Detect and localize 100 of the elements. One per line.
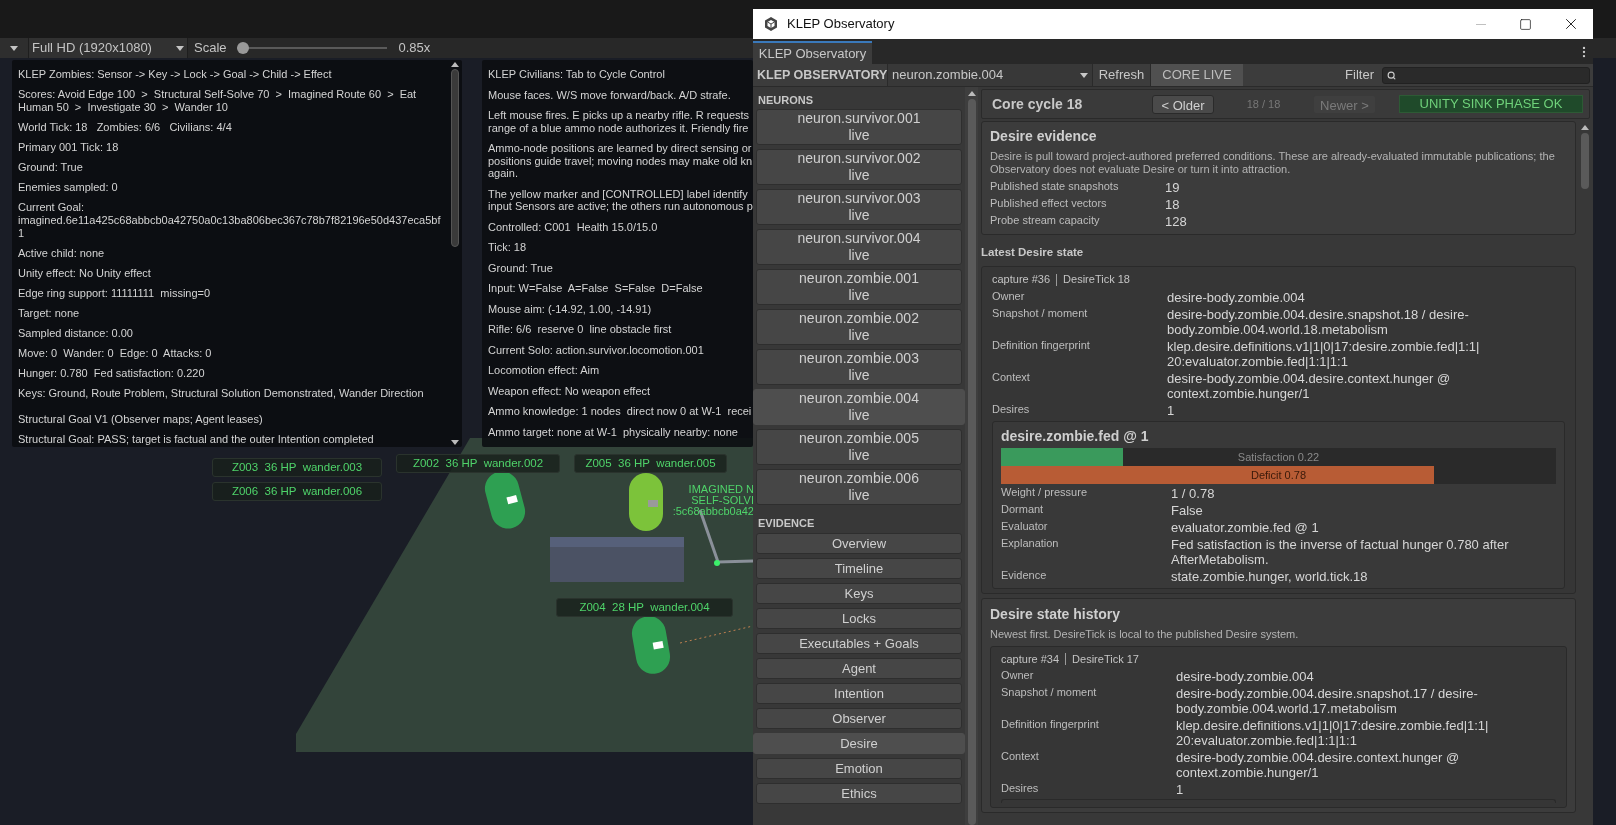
debug-paragraph: Controlled: C001 Health 15.0/15.0 bbox=[488, 220, 659, 233]
debug-paragraph: Weapon effect: No weapon effect bbox=[488, 384, 652, 397]
debug-paragraph: Left mouse fires. E picks up a nearby rifle. R requests range of a blue ammo node authorizes it. Friendly fire bbox=[488, 109, 751, 134]
field-label: Context bbox=[992, 369, 1031, 385]
field-value: 1 bbox=[1167, 402, 1176, 418]
debug-paragraph: The yellow marker and [CONTROLLED] label identify input Sensors are active; the others run autonomous p bbox=[488, 187, 753, 213]
caret-icon bbox=[176, 45, 184, 51]
window-tab[interactable]: KLEP Observatory bbox=[753, 41, 872, 64]
evidence-item[interactable]: Emotion bbox=[756, 758, 962, 779]
debug-paragraph: KLEP Civilians: Tab to Cycle Control bbox=[488, 68, 666, 81]
sink-status-badge: UNITY SINK PHASE OK bbox=[1399, 95, 1583, 113]
debug-line: Scores: Avoid Edge 100 > Structural Self-Solve 70 > Imagined Route 60 > Eat Human 50 > Investigate 30 > Wander 10 bbox=[18, 88, 418, 114]
neuron-item[interactable]: neuron.zombie.004 live bbox=[753, 389, 965, 425]
scroll-up-icon[interactable] bbox=[1580, 125, 1589, 130]
debug-line: Move: 0 Wander: 0 Edge: 0 Attacks: 0 bbox=[18, 347, 213, 360]
desire-title: desire.zombie.fed @ 1 bbox=[1001, 426, 1150, 446]
field-value: False bbox=[1171, 502, 1204, 518]
neuron-item[interactable]: neuron.zombie.003 live bbox=[756, 349, 962, 385]
debug-line: Hunger: 0.780 Fed satisfaction: 0.220 bbox=[18, 367, 206, 380]
slider-thumb[interactable] bbox=[236, 42, 249, 54]
caret-icon bbox=[10, 45, 18, 51]
evidence-item[interactable]: Locks bbox=[756, 608, 962, 629]
view-menu-button[interactable] bbox=[0, 38, 28, 58]
neuron-item[interactable]: neuron.survivor.002 live bbox=[756, 149, 962, 185]
maximize-icon bbox=[1519, 17, 1532, 31]
field-label: Desires bbox=[1001, 781, 1040, 797]
section-title: Latest Desire state bbox=[981, 245, 1085, 260]
debug-line: Sampled distance: 0.00 bbox=[18, 327, 134, 340]
neuron-item[interactable]: neuron.zombie.006 live bbox=[756, 469, 962, 505]
scale-value: 0.85x bbox=[398, 39, 431, 58]
meter-label: Satisfaction 0.22 bbox=[1236, 449, 1321, 465]
scale-label: Scale bbox=[194, 39, 227, 58]
debug-line: KLEP Zombies: Sensor -> Key -> Lock -> Goal -> Child -> Effect bbox=[18, 68, 333, 81]
evidence-item[interactable]: Desire bbox=[753, 733, 965, 754]
field-value: 19 bbox=[1165, 180, 1181, 195]
debug-paragraph: Input: W=False A=False S=False D=False bbox=[488, 282, 704, 295]
scroll-up-icon[interactable] bbox=[967, 91, 976, 96]
unit-label: Z006 36 HP wander.006 bbox=[212, 482, 382, 501]
field-value: desire-body.zombie.004.desire.context.hunger @ context.zombie.hunger/1 bbox=[1167, 370, 1452, 401]
neuron-item[interactable]: neuron.survivor.004 live bbox=[756, 229, 962, 265]
field-label: Owner bbox=[1001, 668, 1035, 684]
neuron-item[interactable]: neuron.zombie.001 live bbox=[756, 269, 962, 305]
search-icon bbox=[1387, 70, 1396, 80]
debug-line: Primary 001 Tick: 18 bbox=[18, 141, 120, 154]
section-heading: NEURONS bbox=[757, 93, 814, 108]
filter-field[interactable] bbox=[1382, 66, 1590, 84]
older-button[interactable]: < Older bbox=[1152, 94, 1214, 114]
evidence-item[interactable]: Intention bbox=[756, 683, 962, 704]
neuron-item[interactable]: neuron.survivor.003 live bbox=[756, 189, 962, 225]
field-label: Explanation bbox=[1001, 535, 1060, 551]
scrollbar-thumb[interactable] bbox=[1580, 133, 1589, 189]
scrollbar-thumb[interactable] bbox=[451, 69, 459, 247]
field-label: Evaluator bbox=[1001, 518, 1049, 534]
debug-paragraph: Current Solo: action.survivor.locomotion.001 bbox=[488, 343, 705, 356]
field-value: 128 bbox=[1165, 214, 1188, 229]
evidence-item[interactable]: Keys bbox=[756, 583, 962, 604]
debug-line: Edge ring support: 11111111 missing=0 bbox=[18, 287, 212, 300]
field-label: Dormant bbox=[1001, 501, 1045, 517]
core-live-button[interactable]: CORE LIVE bbox=[1151, 64, 1243, 86]
meter-label: Deficit 0.78 bbox=[1250, 467, 1307, 483]
caret-icon bbox=[1080, 72, 1088, 78]
neuron-item[interactable]: neuron.zombie.005 live bbox=[756, 429, 962, 465]
debug-line: Keys: Ground, Route Problem, Structural Solution Demonstrated, Wander Direction bbox=[18, 387, 425, 400]
field-value: state.zombie.hunger, world.tick.18 bbox=[1171, 568, 1369, 584]
evidence-item[interactable]: Agent bbox=[756, 658, 962, 679]
scroll-down-icon[interactable] bbox=[451, 440, 459, 445]
unit-label: Z003 36 HP wander.003 bbox=[212, 458, 382, 477]
field-value: desire-body.zombie.004.desire.context.hunger @ context.zombie.hunger/1 bbox=[1176, 750, 1461, 781]
window-title: KLEP Observatory bbox=[787, 15, 895, 34]
field-value: desire-body.zombie.004 bbox=[1176, 669, 1315, 685]
field-label: Evidence bbox=[1001, 567, 1048, 583]
field-label: Published state snapshots bbox=[990, 179, 1120, 194]
unit-label: Z004 28 HP wander.004 bbox=[556, 598, 733, 617]
field-value: 1 bbox=[1176, 782, 1185, 798]
capture-tick: DesireTick 18 bbox=[1063, 272, 1130, 288]
resolution-dropdown[interactable]: Full HD (1920x1080) bbox=[28, 38, 188, 58]
field-value: 18 bbox=[1165, 197, 1181, 212]
debug-paragraph: Ammo knowledge: 1 nodes direct now 0 at W-1 recei bbox=[488, 405, 753, 418]
field-label: Probe stream capacity bbox=[990, 213, 1101, 228]
field-label: Snapshot / moment bbox=[992, 305, 1089, 321]
scrollbar-thumb[interactable] bbox=[967, 99, 976, 825]
field-label: Published effect vectors bbox=[990, 196, 1108, 211]
evidence-item[interactable]: Overview bbox=[756, 533, 962, 554]
route-marker-text: :5c68abbcb0a42 bbox=[672, 506, 754, 517]
neuron-item[interactable]: neuron.survivor.001 live bbox=[756, 109, 962, 145]
minimize-icon bbox=[1475, 23, 1486, 25]
evidence-item[interactable]: Timeline bbox=[756, 558, 962, 579]
neuron-item[interactable]: neuron.zombie.002 live bbox=[756, 309, 962, 345]
evidence-item[interactable]: Observer bbox=[756, 708, 962, 729]
debug-paragraph: Rifle: 6/6 reserve 0 line obstacle first bbox=[488, 323, 673, 336]
unit-label: Z005 36 HP wander.005 bbox=[574, 454, 727, 473]
capture-tick: DesireTick 17 bbox=[1072, 651, 1139, 667]
evidence-item[interactable]: Ethics bbox=[756, 783, 962, 804]
neuron-dropdown[interactable]: neuron.zombie.004 bbox=[887, 64, 1093, 86]
observatory-heading: KLEP OBSERVATORY bbox=[756, 66, 887, 84]
scroll-up-icon[interactable] bbox=[451, 62, 459, 67]
evidence-item[interactable]: Executables + Goals bbox=[756, 633, 962, 654]
debug-line: Current Goal: imagined.6e11a425c68abbcb0a42750a0c13ba806bec367c78b7f82196e50d437eca5bf1 bbox=[18, 201, 442, 240]
scale-slider[interactable] bbox=[236, 42, 387, 54]
cycle-position: 18 / 18 bbox=[1245, 96, 1282, 112]
